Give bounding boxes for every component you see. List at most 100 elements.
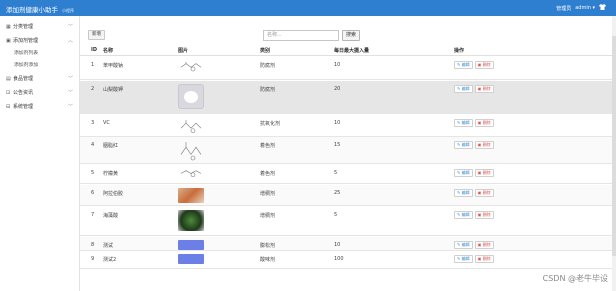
delete-button[interactable]: ▣ 删除: [474, 85, 494, 93]
cell-id: 5: [91, 170, 95, 176]
cell-category: 增稠剂: [260, 191, 276, 197]
delete-label: 删除: [482, 120, 491, 125]
molecule-image: [180, 62, 202, 72]
app-title: 添加剂健康小助手: [6, 6, 58, 14]
add-button[interactable]: 新增: [88, 30, 105, 40]
sidebar-group[interactable]: ⊟ 系统管理 ﹀: [0, 100, 79, 114]
cell-name: 阿拉伯胶: [103, 191, 124, 197]
edit-label: 编辑: [461, 256, 470, 261]
edit-label: 编辑: [461, 120, 470, 125]
cell-id: 6: [91, 190, 95, 196]
cell-id: 4: [91, 142, 95, 148]
cell-name: 苯甲酸钠: [103, 63, 124, 69]
row-actions: ✎ 编辑 ▣ 删除: [454, 211, 494, 219]
molecule-image: [180, 170, 202, 177]
cell-id: 9: [91, 256, 95, 262]
cell-name: 测试2: [103, 257, 117, 263]
search-input[interactable]: 名称...: [263, 30, 339, 41]
menu-icon: ▦: [6, 24, 11, 30]
user-menu[interactable]: admin ▾: [575, 5, 595, 11]
cell-name: 山梨酸钾: [103, 87, 124, 93]
sidebar-group[interactable]: ▣ 添加剂管理 ︿: [0, 34, 79, 48]
edit-label: 编辑: [461, 170, 470, 175]
powder-image: [178, 84, 204, 109]
cell-max-intake: 10: [334, 120, 341, 126]
sidebar: ▦ 分类管理 ﹀ ▣ 添加剂管理 ︿ 添加剂列表 添加剂添加 ▤ 食品管理 ﹀ ⊡ 公告资讯 ﹀ ⊟ 系统管理…: [0, 16, 80, 291]
sidebar-group[interactable]: ⊡ 公告资讯 ﹀: [0, 86, 79, 100]
sidebar-group[interactable]: ▦ 分类管理 ﹀: [0, 20, 79, 34]
food-photo: [178, 188, 204, 203]
sidebar-group-label: 食品管理: [13, 76, 34, 82]
cell-max-intake: 5: [334, 170, 338, 176]
edit-label: 编辑: [461, 212, 470, 217]
row-actions: ✎ 编辑 ▣ 删除: [454, 119, 494, 127]
cell-name: 柠檬黄: [103, 171, 119, 177]
edit-button[interactable]: ✎ 编辑: [454, 255, 473, 263]
edit-button[interactable]: ✎ 编辑: [454, 189, 473, 197]
delete-button[interactable]: ▣ 删除: [474, 241, 494, 249]
sidebar-item[interactable]: 添加剂列表: [0, 48, 79, 60]
table-row: 4 胭脂红 着色剂 15 ✎ 编辑 ▣ 删除: [80, 137, 616, 164]
delete-button[interactable]: ▣ 删除: [474, 169, 494, 177]
header-actions: 操作: [454, 48, 465, 54]
header-image: 图片: [178, 48, 189, 54]
edit-button[interactable]: ✎ 编辑: [454, 85, 473, 93]
search-button[interactable]: 搜索: [342, 30, 360, 41]
scrollbar[interactable]: [612, 16, 616, 291]
cell-id: 7: [91, 212, 95, 218]
edit-label: 编辑: [461, 86, 470, 91]
delete-button[interactable]: ▣ 删除: [474, 141, 494, 149]
delete-button[interactable]: ▣ 删除: [474, 61, 494, 69]
cell-category: 着色剂: [260, 143, 276, 149]
cell-category: 着色剂: [260, 171, 276, 177]
edit-button[interactable]: ✎ 编辑: [454, 141, 473, 149]
cell-max-intake: 25: [334, 190, 341, 196]
table-row: 6 阿拉伯胶 增稠剂 25 ✎ 编辑 ▣ 删除: [80, 185, 616, 206]
delete-label: 删除: [482, 142, 491, 147]
chevron-down-icon: ﹀: [67, 24, 73, 30]
edit-button[interactable]: ✎ 编辑: [454, 211, 473, 219]
cell-category: 防腐剂: [260, 87, 276, 93]
cell-id: 1: [91, 62, 95, 68]
chevron-up-icon: ︿: [67, 38, 73, 44]
row-actions: ✎ 编辑 ▣ 删除: [454, 141, 494, 149]
edit-button[interactable]: ✎ 编辑: [454, 241, 473, 249]
seaweed-photo: [178, 210, 204, 231]
edit-button[interactable]: ✎ 编辑: [454, 61, 473, 69]
molecule-image: [180, 120, 202, 134]
table-row: 7 海藻酸 增稠剂 5 ✎ 编辑 ▣ 删除: [80, 207, 616, 236]
delete-label: 删除: [482, 62, 491, 67]
edit-button[interactable]: ✎ 编辑: [454, 169, 473, 177]
table-row: 1 苯甲酸钠 防腐剂 10 ✎ 编辑 ▣ 删除: [80, 57, 616, 80]
top-bar: 添加剂健康小助手 小程序 管理员 admin ▾: [0, 0, 616, 16]
row-actions: ✎ 编辑 ▣ 删除: [454, 85, 494, 93]
delete-button[interactable]: ▣ 删除: [474, 211, 494, 219]
sidebar-item[interactable]: 添加剂添加: [0, 60, 79, 72]
username: admin: [575, 5, 591, 11]
edit-button[interactable]: ✎ 编辑: [454, 119, 473, 127]
header-id: ID: [91, 47, 98, 53]
delete-button[interactable]: ▣ 删除: [474, 119, 494, 127]
table-row: 3 VC 抗氧化剂 10 ✎ 编辑 ▣ 删除: [80, 115, 616, 137]
row-actions: ✎ 编辑 ▣ 删除: [454, 241, 494, 249]
cell-name: 海藻酸: [103, 213, 119, 219]
sidebar-group-label: 公告资讯: [13, 90, 34, 96]
app-subtitle: 小程序: [62, 8, 74, 13]
sidebar-group[interactable]: ▤ 食品管理 ﹀: [0, 72, 79, 86]
cell-name: 胭脂红: [103, 143, 119, 149]
delete-button[interactable]: ▣ 删除: [474, 255, 494, 263]
menu-icon: ⊟: [6, 104, 11, 110]
molecule-image: [180, 142, 202, 161]
scrollbar-thumb[interactable]: [612, 36, 616, 256]
delete-button[interactable]: ▣ 删除: [474, 189, 494, 197]
delete-label: 删除: [482, 170, 491, 175]
cell-max-intake: 10: [334, 62, 341, 68]
table-row: 2 山梨酸钾 防腐剂 20 ✎ 编辑 ▣ 删除: [80, 81, 616, 114]
delete-label: 删除: [482, 242, 491, 247]
watermark: CSDN @老牛毕设: [542, 274, 608, 283]
header-max-intake: 每日最大摄入量: [334, 48, 370, 54]
menu-icon: ⊡: [6, 90, 11, 96]
shirt-icon[interactable]: [599, 4, 606, 12]
cell-category: 抗氧化剂: [260, 121, 281, 127]
delete-label: 删除: [482, 190, 491, 195]
